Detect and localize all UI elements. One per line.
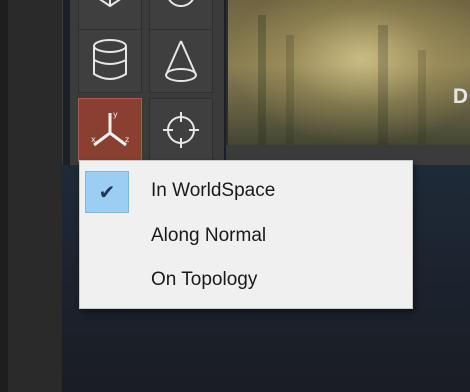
shape-tool-panel: y x z bbox=[70, 0, 224, 165]
cone-tool-button[interactable] bbox=[149, 29, 213, 93]
target-crosshair-icon bbox=[163, 112, 199, 148]
sphere-tool-button[interactable] bbox=[149, 0, 213, 30]
menu-item-label: Along Normal bbox=[151, 225, 267, 246]
cube-icon bbox=[99, 0, 121, 8]
axis-worldspace-icon: y x z bbox=[91, 110, 129, 147]
check-highlight: ✔ bbox=[85, 171, 129, 213]
menu-item-label: In WorldSpace bbox=[151, 180, 276, 201]
menu-item-in-worldspace[interactable]: ✔ In WorldSpace bbox=[80, 169, 412, 213]
cylinder-tool-button[interactable] bbox=[78, 29, 142, 93]
worldspace-axis-tool-button[interactable]: y x z bbox=[78, 98, 142, 162]
viewport-label: D bbox=[452, 85, 468, 108]
left-panel-strip bbox=[0, 0, 63, 392]
svg-text:x: x bbox=[91, 135, 96, 144]
menu-item-along-normal[interactable]: Along Normal bbox=[80, 214, 412, 258]
cube-tool-button[interactable] bbox=[78, 0, 142, 30]
menu-item-label: On Topology bbox=[151, 269, 258, 290]
sphere-icon bbox=[168, 0, 194, 7]
menu-item-on-topology[interactable]: On Topology bbox=[80, 258, 412, 302]
placement-mode-menu: ✔ In WorldSpace Along Normal On Topology bbox=[79, 160, 413, 309]
cylinder-icon bbox=[93, 39, 127, 80]
left-panel-edge bbox=[0, 0, 8, 392]
check-icon: ✔ bbox=[98, 180, 116, 204]
svg-text:z: z bbox=[125, 135, 129, 144]
cone-icon bbox=[165, 40, 197, 82]
target-tool-button[interactable] bbox=[149, 98, 213, 162]
viewport-forest-image: D bbox=[226, 0, 470, 145]
svg-text:y: y bbox=[113, 110, 118, 119]
